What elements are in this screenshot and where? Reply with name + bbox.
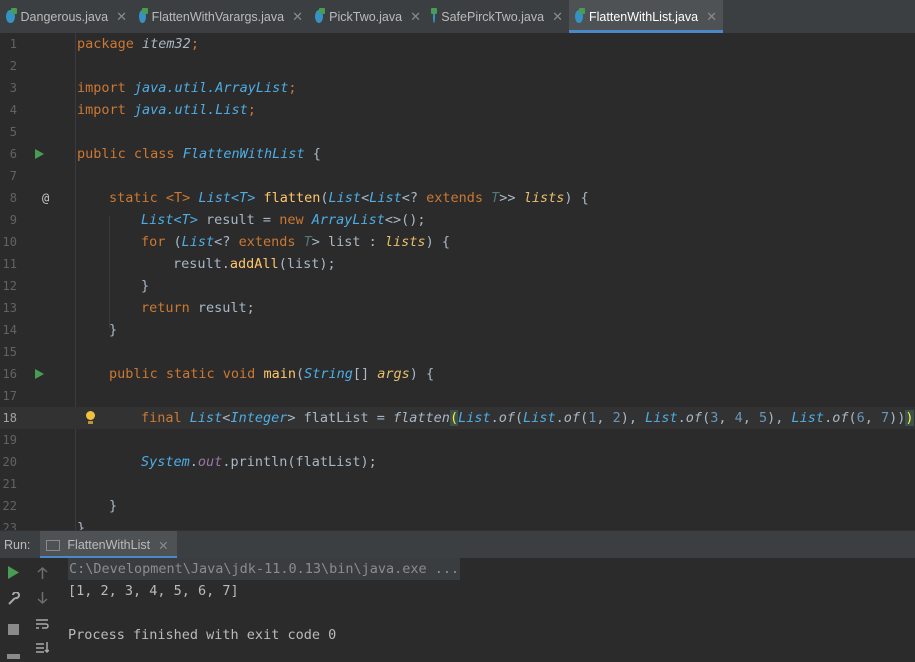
code-line: 10 for (List<? extends T> list : lists) … — [0, 231, 915, 253]
line-number: 20 — [2, 455, 17, 469]
run-gutter-icon[interactable] — [35, 149, 44, 159]
line-number: 22 — [2, 499, 17, 513]
code-line: 20 System.out.println(flatList); — [0, 451, 915, 473]
code-line: 8 @ static <T> List<T> flatten(List<List… — [0, 187, 915, 209]
line-number: 1 — [9, 37, 17, 51]
code-line: 19 — [0, 429, 915, 451]
code-editor[interactable]: 1 package item32; 2 3 import java.util.A… — [0, 33, 915, 530]
tab-label: Dangerous.java — [20, 9, 109, 24]
code-line: 22 } — [0, 495, 915, 517]
code-line: 1 package item32; — [0, 33, 915, 55]
line-number: 5 — [9, 125, 17, 139]
code-line: 6 public class FlattenWithList { — [0, 143, 915, 165]
tab-dangerous[interactable]: Dangerous.java ✕ — [0, 0, 133, 33]
line-number: 9 — [9, 213, 17, 227]
run-toolbar-secondary — [30, 558, 54, 655]
run-tab-label: FlattenWithList — [67, 538, 151, 552]
line-number: 10 — [2, 235, 17, 249]
code-line: 17 — [0, 385, 915, 407]
rerun-icon[interactable] — [6, 566, 20, 580]
code-line: 2 — [0, 55, 915, 77]
tab-flatten-with-varargs[interactable]: FlattenWithVarargs.java ✕ — [133, 0, 309, 33]
wrench-icon[interactable] — [6, 591, 20, 606]
tab-label: FlattenWithList.java — [589, 9, 699, 24]
console-command-line: C:\Development\Java\jdk-11.0.13\bin\java… — [68, 558, 461, 580]
code-line: 16 public static void main(String[] args… — [0, 363, 915, 385]
line-number: 21 — [2, 477, 17, 491]
close-icon[interactable]: ✕ — [116, 9, 127, 25]
run-label: Run: — [4, 538, 31, 552]
line-number: 2 — [9, 59, 17, 73]
line-number: 6 — [9, 147, 17, 161]
tab-safe-pirck-two[interactable]: SafePirckTwo.java ✕ — [427, 0, 569, 33]
line-number: 12 — [2, 279, 17, 293]
override-gutter-icon[interactable]: @ — [42, 187, 49, 209]
close-icon[interactable]: ✕ — [158, 538, 168, 553]
code-line: 15 — [0, 341, 915, 363]
line-number: 15 — [2, 345, 17, 359]
java-class-icon — [6, 8, 16, 23]
tab-run-flatten-with-list[interactable]: FlattenWithList ✕ — [40, 531, 177, 559]
close-icon[interactable]: ✕ — [706, 9, 717, 25]
code-line: 13 return result; — [0, 297, 915, 319]
code-line: 21 — [0, 473, 915, 495]
tab-pick-two[interactable]: PickTwo.java ✕ — [309, 0, 427, 33]
run-console[interactable]: C:\Development\Java\jdk-11.0.13\bin\java… — [0, 558, 915, 659]
line-number: 4 — [9, 103, 17, 117]
line-number: 19 — [2, 433, 17, 447]
code-line: 23 } — [0, 517, 915, 530]
code-line: 11 result.addAll(list); — [0, 253, 915, 275]
java-class-icon — [315, 8, 326, 23]
code-line: 3 import java.util.ArrayList; — [0, 77, 915, 99]
line-number: 7 — [9, 169, 17, 183]
scroll-to-end-icon[interactable] — [35, 642, 50, 656]
line-number: 18 — [2, 411, 17, 425]
line-number: 8 — [9, 191, 17, 205]
java-class-icon — [139, 8, 148, 23]
code-line: 14 } — [0, 319, 915, 341]
stop-icon[interactable] — [6, 624, 20, 638]
code-line: 7 — [0, 165, 915, 187]
tab-label: FlattenWithVarargs.java — [151, 9, 285, 24]
arrow-up-icon[interactable] — [35, 566, 49, 581]
line-number: 14 — [2, 323, 17, 337]
code-line: 5 — [0, 121, 915, 143]
camera-icon[interactable] — [6, 648, 20, 662]
close-icon[interactable]: ✕ — [552, 9, 563, 25]
run-toolbar — [0, 558, 24, 659]
console-icon — [46, 539, 61, 551]
console-output: [1, 2, 3, 4, 5, 6, 7] — [68, 583, 239, 599]
run-gutter-icon[interactable] — [35, 369, 44, 379]
code-line: 9 List<T> result = new ArrayList<>(); — [0, 209, 915, 231]
current-code-line: 18 final List<Integer> flatList = flatte… — [0, 407, 915, 429]
line-number: 17 — [2, 389, 17, 403]
run-panel-header: Run: FlattenWithList ✕ — [0, 530, 915, 559]
soft-wrap-icon[interactable] — [35, 618, 49, 632]
tab-flatten-with-list[interactable]: FlattenWithList.java ✕ — [569, 0, 723, 33]
line-number: 16 — [2, 367, 17, 381]
line-number: 13 — [2, 301, 17, 315]
console-exit-message: Process finished with exit code 0 — [68, 627, 337, 643]
tab-label: PickTwo.java — [329, 9, 403, 24]
arrow-down-icon[interactable] — [35, 592, 49, 606]
line-number: 3 — [9, 81, 17, 95]
code-line: 12 } — [0, 275, 915, 297]
close-icon[interactable]: ✕ — [410, 9, 421, 25]
close-icon[interactable]: ✕ — [292, 9, 303, 25]
editor-tab-bar: Dangerous.java ✕ FlattenWithVarargs.java… — [0, 0, 915, 34]
tab-label: SafePirckTwo.java — [441, 9, 545, 24]
lightbulb-icon[interactable] — [86, 411, 95, 424]
java-class-icon — [575, 8, 586, 23]
java-class-icon — [431, 8, 438, 23]
line-number: 23 — [2, 521, 17, 530]
line-number: 11 — [2, 257, 17, 271]
code-line: 4 import java.util.List; — [0, 99, 915, 121]
